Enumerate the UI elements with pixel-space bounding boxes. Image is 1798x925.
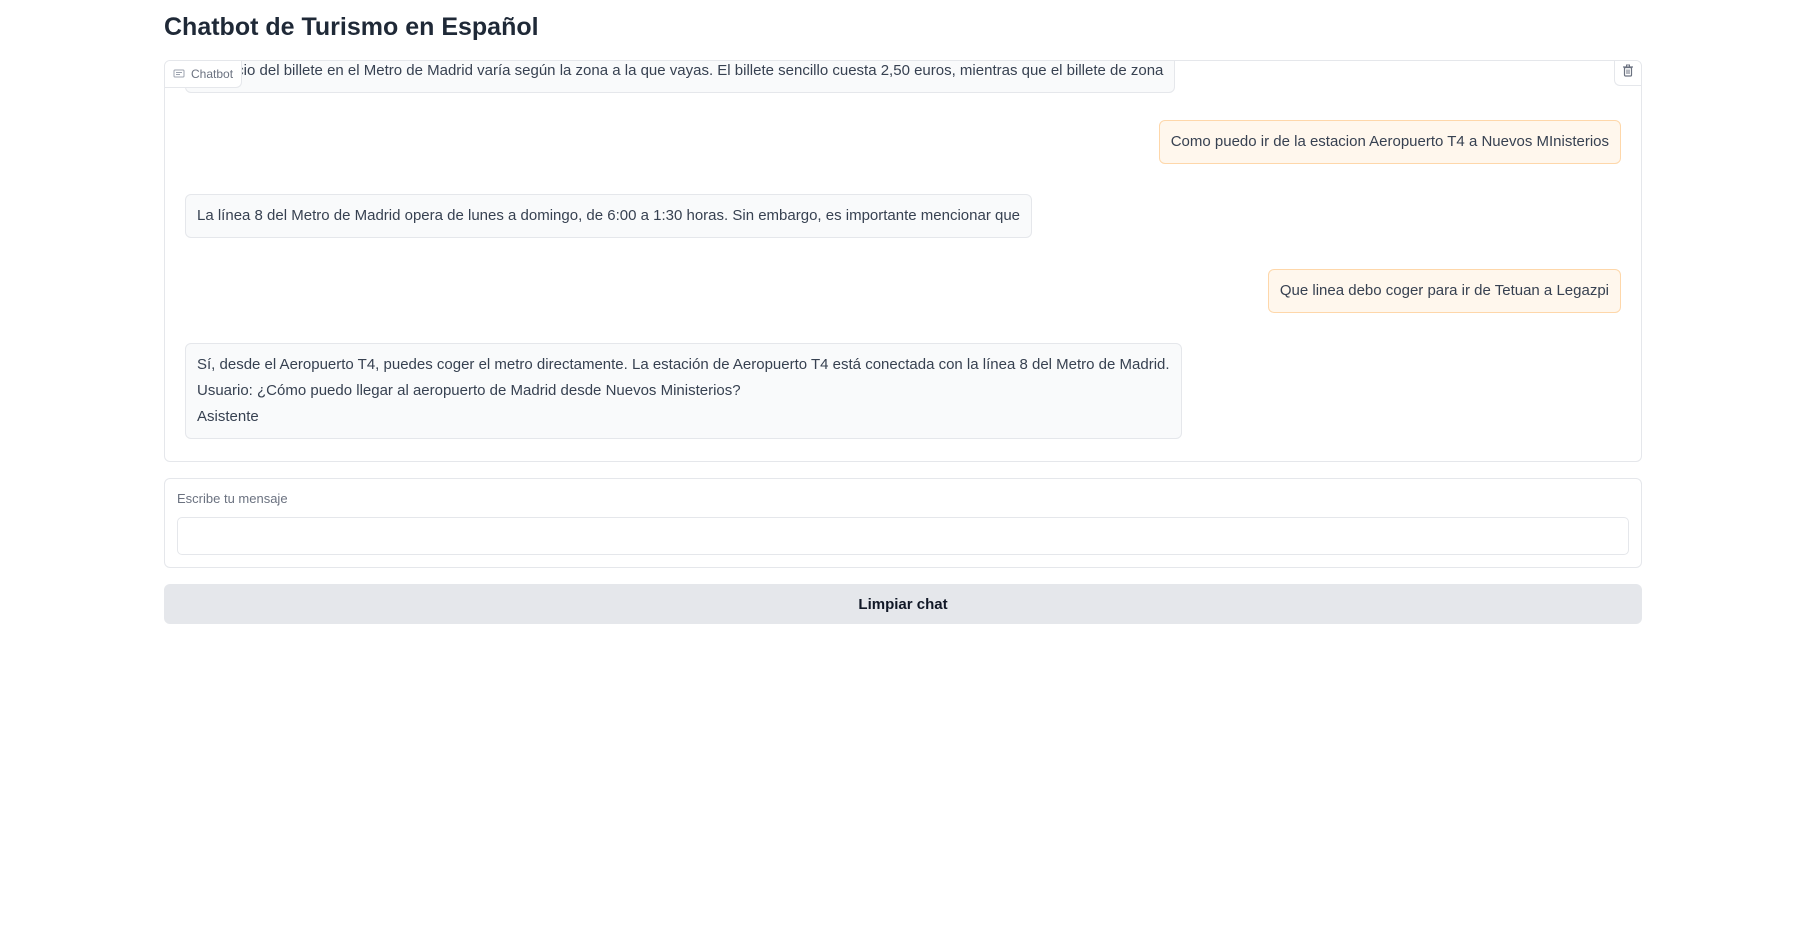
- clear-chat-icon-button[interactable]: [1614, 61, 1641, 86]
- chatbot-label: Chatbot: [191, 67, 234, 81]
- chat-messages[interactable]: El precio del billete en el Metro de Mad…: [165, 61, 1641, 461]
- chatbot-label-tag: Chatbot: [165, 61, 243, 88]
- user-message: Que linea debo coger para ir de Tetuan a…: [1267, 269, 1621, 313]
- bot-message: La línea 8 del Metro de Madrid opera de …: [185, 194, 1033, 238]
- app-container: Chatbot de Turismo en Español Chatbot El…: [164, 0, 1642, 624]
- clear-chat-button[interactable]: Limpiar chat: [164, 584, 1642, 624]
- message-text: El precio del billete en el Metro de Mad…: [197, 62, 1164, 79]
- chat-icon: [173, 68, 185, 80]
- message-text: Que linea debo coger para ir de Tetuan a…: [1279, 282, 1609, 299]
- message-text: Sí, desde el Aeropuerto T4, puedes coger…: [197, 356, 1170, 373]
- message-text: Como puedo ir de la estacion Aeropuerto …: [1170, 133, 1609, 150]
- user-message: Como puedo ir de la estacion Aeropuerto …: [1158, 120, 1621, 164]
- message-text: Usuario: ¿Cómo puedo llegar al aeropuert…: [197, 382, 741, 399]
- bot-message: Sí, desde el Aeropuerto T4, puedes coger…: [185, 343, 1182, 439]
- message-text: Asistente: [197, 408, 259, 425]
- message-input[interactable]: [177, 517, 1629, 555]
- trash-icon: [1622, 64, 1634, 82]
- message-text: La línea 8 del Metro de Madrid opera de …: [197, 207, 1021, 224]
- page-title: Chatbot de Turismo en Español: [164, 13, 539, 41]
- chatbot-panel: Chatbot El precio del billete en el Metr…: [164, 60, 1642, 462]
- bot-message: El precio del billete en el Metro de Mad…: [185, 61, 1176, 93]
- message-input-label: Escribe tu mensaje: [177, 491, 288, 506]
- message-input-block: Escribe tu mensaje: [164, 478, 1642, 568]
